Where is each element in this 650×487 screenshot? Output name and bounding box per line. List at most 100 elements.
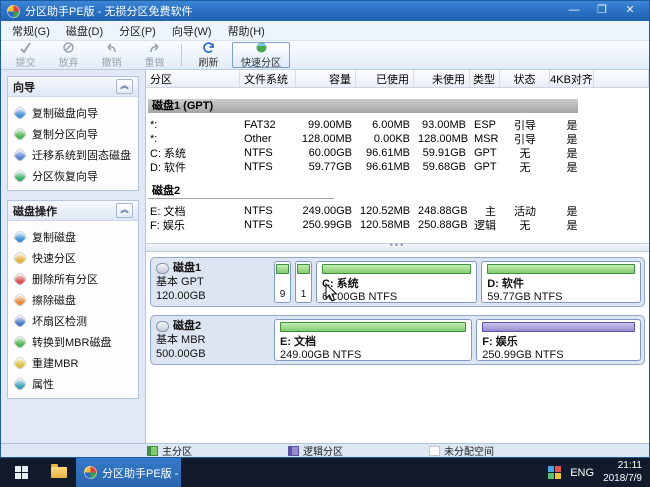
splitter-handle[interactable]: ••• [146, 243, 649, 252]
table-cell: *: [146, 119, 240, 131]
table-cell: 93.00MB [414, 119, 470, 131]
partition-size-fs: 59.77GB NTFS [487, 291, 635, 303]
partition-usage-strip [276, 264, 289, 274]
partition-block-E: 文档[interactable]: E: 文档249.00GB NTFS [274, 319, 472, 361]
table-cell: 59.77GB [296, 161, 356, 173]
file-explorer-button[interactable] [42, 458, 76, 487]
toolbar-button-撤销[interactable]: 撤销 [90, 41, 133, 69]
table-row[interactable]: *:Other128.00MB0.00KB128.00MBMSR引导是 [146, 132, 649, 146]
column-header-4KB对齐[interactable]: 4KB对齐 [550, 70, 594, 87]
table-row[interactable]: *:FAT3299.00MB6.00MB93.00MBESP引导是 [146, 118, 649, 132]
collapse-icon[interactable]: ︽ [116, 79, 133, 94]
column-header-文件系统[interactable]: 文件系统 [240, 70, 296, 87]
column-header-容量[interactable]: 容量 [296, 70, 356, 87]
table-cell: ESP [470, 119, 500, 131]
menu-item-3[interactable]: 向导(W) [164, 21, 220, 41]
menu-item-4[interactable]: 帮助(H) [220, 21, 273, 41]
partition-block[interactable]: 9 [274, 261, 291, 303]
table-row[interactable]: D: 软件NTFS59.77GB96.61MB59.68GBGPT无是 [146, 160, 649, 174]
partition-block-C: 系统[interactable]: C: 系统60.00GB NTFS [316, 261, 477, 303]
table-cell: NTFS [240, 205, 296, 217]
sidebar-item-list: 复制磁盘快速分区删除所有分区擦除磁盘坏扇区检测转换到MBR磁盘重建MBR属性 [8, 221, 138, 398]
minimize-button[interactable]: — [561, 3, 587, 19]
sidebar-item-分区恢复向导[interactable]: 分区恢复向导 [10, 165, 136, 186]
disk-label[interactable]: 磁盘1基本 GPT120.00GB [154, 261, 270, 303]
table-cell: F: 娱乐 [146, 217, 240, 233]
disk-group-header[interactable]: 磁盘2 [148, 185, 334, 199]
window-title: 分区助手PE版 - 无损分区免费软件 [25, 3, 192, 19]
column-header-分区[interactable]: 分区 [146, 70, 240, 87]
windows-logo-icon [15, 466, 28, 479]
sidebar: 向导︽复制磁盘向导复制分区向导迁移系统到固态磁盘分区恢复向导磁盘操作︽复制磁盘快… [1, 70, 146, 443]
close-button[interactable]: ✕ [617, 3, 643, 19]
toolbar-button-重做[interactable]: 重做 [133, 41, 176, 69]
column-header-未使用[interactable]: 未使用 [414, 70, 470, 87]
table-cell: 是 [550, 217, 594, 233]
tray-photos-icon[interactable] [548, 466, 561, 479]
clock[interactable]: 21:11 2018/7/9 [603, 460, 642, 485]
sidebar-item-list: 复制磁盘向导复制分区向导迁移系统到固态磁盘分区恢复向导 [8, 97, 138, 190]
sidebar-item-label: 复制分区向导 [32, 126, 98, 142]
sidebar-panel-title: 向导 [13, 79, 35, 95]
partition-name: D: 软件 [487, 275, 635, 291]
sidebar-item-label: 转换到MBR磁盘 [32, 334, 111, 350]
sidebar-item-复制磁盘[interactable]: 复制磁盘 [10, 226, 136, 247]
disk-name: 磁盘2 [156, 320, 268, 334]
taskbar-app-button[interactable]: 分区助手PE版 - 无... [76, 458, 181, 487]
toolbar-button-刷新[interactable]: 刷新 [187, 41, 230, 69]
sidebar-item-label: 删除所有分区 [32, 271, 98, 287]
legend-swatch-unallocated [429, 446, 440, 456]
sidebar-item-icon [13, 106, 26, 119]
sidebar-item-icon [13, 230, 26, 243]
sidebar-item-复制分区向导[interactable]: 复制分区向导 [10, 123, 136, 144]
table-row[interactable]: E: 文档NTFS249.00GB120.52MB248.88GB主活动是 [146, 204, 649, 218]
table-cell: 0.00KB [356, 133, 414, 145]
table-cell: 逻辑 [470, 217, 500, 233]
sidebar-item-label: 复制磁盘向导 [32, 105, 98, 121]
sidebar-item-迁移系统到固态磁盘[interactable]: 迁移系统到固态磁盘 [10, 144, 136, 165]
column-header-类型[interactable]: 类型 [470, 70, 500, 87]
folder-icon [51, 467, 67, 478]
menu-item-0[interactable]: 常规(G) [4, 21, 58, 41]
table-row[interactable]: C: 系统NTFS60.00GB96.61MB59.91GBGPT无是 [146, 146, 649, 160]
sidebar-item-快速分区[interactable]: 快速分区 [10, 247, 136, 268]
language-indicator[interactable]: ENG [570, 467, 594, 479]
sidebar-item-icon [13, 148, 26, 161]
column-header-状态[interactable]: 状态 [500, 70, 550, 87]
start-button[interactable] [0, 458, 42, 487]
app-icon [84, 466, 97, 479]
menu-item-2[interactable]: 分区(P) [111, 21, 164, 41]
disk-label[interactable]: 磁盘2基本 MBR500.00GB [154, 319, 270, 361]
sidebar-item-坏扇区检测[interactable]: 坏扇区检测 [10, 310, 136, 331]
sidebar-item-删除所有分区[interactable]: 删除所有分区 [10, 268, 136, 289]
disk-group-header[interactable]: 磁盘1 (GPT) [148, 99, 578, 113]
redo-icon [147, 41, 162, 54]
partition-block-F: 娱乐[interactable]: F: 娱乐250.99GB NTFS [476, 319, 641, 361]
table-cell: 59.91GB [414, 147, 470, 159]
table-cell: GPT [470, 161, 500, 173]
column-header-已使用[interactable]: 已使用 [356, 70, 414, 87]
table-cell: 无 [500, 159, 550, 175]
sidebar-item-擦除磁盘[interactable]: 擦除磁盘 [10, 289, 136, 310]
partition-block-D: 软件[interactable]: D: 软件59.77GB NTFS [481, 261, 641, 303]
toolbar-button-快速分区[interactable]: 快速分区 [232, 42, 290, 68]
table-cell: 无 [500, 217, 550, 233]
toolbar-button-label: 放弃 [59, 54, 79, 69]
partition-name: C: 系统 [322, 275, 471, 291]
sidebar-item-重建MBR[interactable]: 重建MBR [10, 352, 136, 373]
column-header-filler [594, 70, 649, 87]
partition-block[interactable]: 1 [295, 261, 312, 303]
collapse-icon[interactable]: ︽ [116, 203, 133, 218]
table-row[interactable]: F: 娱乐NTFS250.99GB120.58MB250.88GB逻辑无是 [146, 218, 649, 232]
maximize-button[interactable]: ❐ [589, 3, 615, 19]
toolbar-button-提交[interactable]: 提交 [4, 41, 47, 69]
sidebar-item-属性[interactable]: 属性 [10, 373, 136, 394]
menu-item-1[interactable]: 磁盘(D) [58, 21, 111, 41]
table-cell: NTFS [240, 147, 296, 159]
quick-partition-icon [254, 41, 269, 54]
partition-usage-strip [487, 264, 635, 274]
toolbar-button-放弃[interactable]: 放弃 [47, 41, 90, 69]
toolbar: 提交放弃撤销重做刷新快速分区 [1, 41, 649, 70]
sidebar-item-复制磁盘向导[interactable]: 复制磁盘向导 [10, 102, 136, 123]
sidebar-item-转换到MBR磁盘[interactable]: 转换到MBR磁盘 [10, 331, 136, 352]
